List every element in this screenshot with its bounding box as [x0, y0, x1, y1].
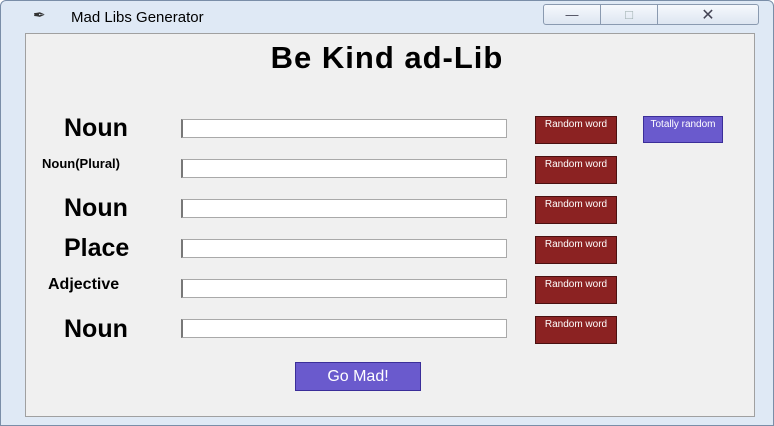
- feather-icon: ✒: [33, 7, 46, 24]
- place-label: Place: [64, 234, 130, 262]
- random-word-button[interactable]: Random word: [535, 196, 617, 224]
- noun-plural-label: Noun(Plural): [42, 156, 120, 171]
- maximize-icon[interactable]: □: [601, 5, 658, 24]
- go-mad-button[interactable]: Go Mad!: [295, 362, 421, 391]
- noun-label: Noun: [64, 315, 128, 343]
- place-input[interactable]: [181, 239, 507, 258]
- noun-input[interactable]: [181, 199, 507, 218]
- close-icon[interactable]: ✕: [658, 5, 758, 24]
- random-word-button[interactable]: Random word: [535, 236, 617, 264]
- random-word-button[interactable]: Random word: [535, 116, 617, 144]
- random-word-button[interactable]: Random word: [535, 276, 617, 304]
- noun-label: Noun: [64, 114, 128, 142]
- client-area: [25, 33, 755, 417]
- totally-random-button[interactable]: Totally random: [643, 116, 723, 143]
- random-word-button[interactable]: Random word: [535, 316, 617, 344]
- adjective-label: Adjective: [48, 276, 120, 293]
- page-title: Be Kind ad-Lib: [270, 40, 504, 75]
- window-title: Mad Libs Generator: [71, 9, 204, 26]
- title-bar[interactable]: ✒ Mad Libs Generator — □ ✕: [1, 1, 773, 33]
- noun-label: Noun: [64, 194, 128, 222]
- noun-plural-input[interactable]: [181, 159, 507, 178]
- noun-input[interactable]: [181, 319, 507, 338]
- window-controls: — □ ✕: [543, 4, 759, 25]
- minimize-icon[interactable]: —: [544, 5, 601, 24]
- noun-input[interactable]: [181, 119, 507, 138]
- adjective-input[interactable]: [181, 279, 507, 298]
- random-word-button[interactable]: Random word: [535, 156, 617, 184]
